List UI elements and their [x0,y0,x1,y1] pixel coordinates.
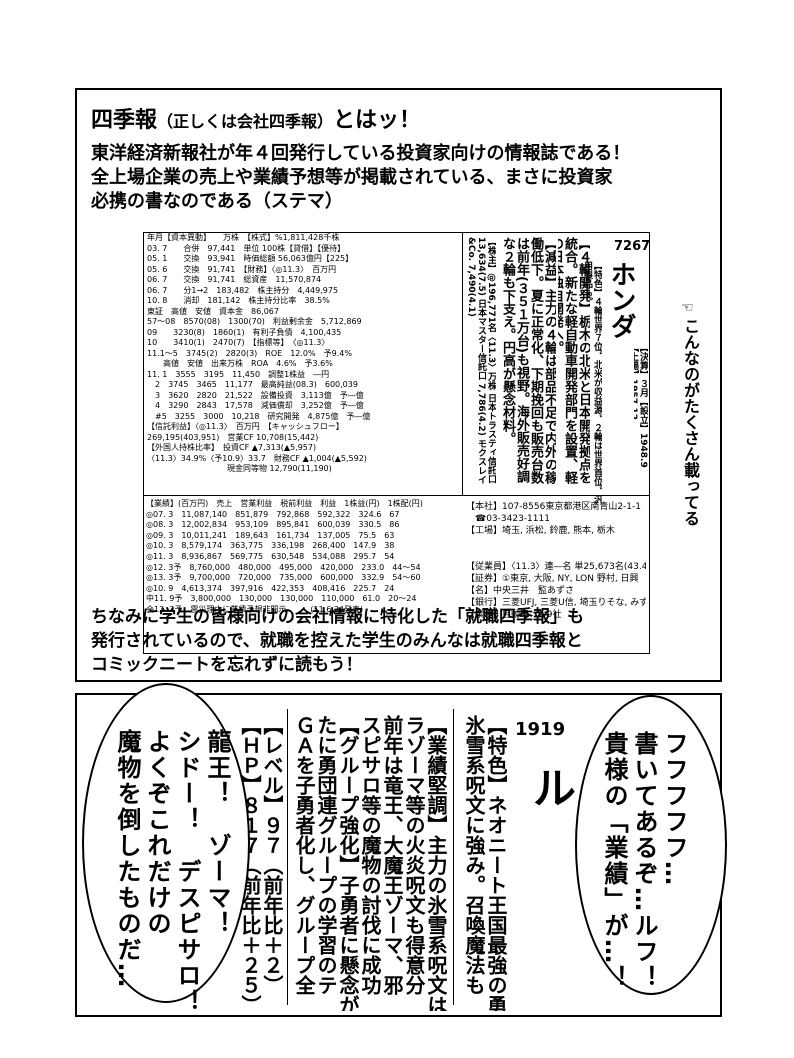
title-tail: とはッ！ [333,108,422,133]
outro-line: 発行されているので、就職を控えた学生のみんなは就職四季報と [91,631,583,651]
info-row: 【従業員】〈11.3〉連―名 単25,673名(43.4歳) [466,562,646,572]
pointing-hand-icon: ☜ [681,300,694,316]
explanation-panel: 四季報（正しくは会社四季報）とはッ！ 東洋経済新報社が年４回発行している投資家向… [75,88,722,682]
capital-row: 06. 7 分1→2 183,482 株主持分 4,449,975 [147,285,339,295]
capital-row: 03. 7 合併 97,441 単位 100株【貸借】【優待】 [147,243,346,253]
speech-text: フフフフフ… 書いてあるぞ…ルフ！ 貴様の「業績」が…！ [600,731,688,991]
feature-column: 【特色】ネオニート王国最強の勇 氷雪系呪文に強み。召喚魔法も [462,715,507,1011]
section-divider [144,495,649,496]
performance-column: 【業績堅調】主力の氷雪系呪文は ラゾーマ等の火炎呪文も得意分 前年は竜王、大魔王… [292,715,447,1011]
info-row [466,537,646,549]
info-row: 【工場】埼玉, 浜松, 鈴鹿, 熊本, 栃木 [466,526,615,536]
feature-column: 【特色】４輪世界７位。北米が収益源。２輪は世界首位。汎用製品も。 [582,261,602,504]
intro-line: 東洋経済新報社が年４回発行している投資家向けの情報誌である！ [91,143,631,164]
speech-bubble-left: 龍王！ ゾーマ！ シドー！ デスピサロ！ よくぞこれだけの 魔物を倒したものだ… [82,683,250,1015]
capital-row: 10. 8 消却 181,142 株主持分比率 38.5% [147,296,330,305]
stock-code: 7267 [614,239,650,254]
intro-line: 必携の書なのである（ステマ） [91,191,343,212]
table-row: ◎09. 3 10,011,241 189,643 161,734 137,00… [146,530,395,540]
table-row: ◎12. 3予 8,760,000 480,000 495,000 420,00… [146,562,421,572]
capital-row: 現金同等物 12,790(11,190) [147,464,332,473]
capital-row: 11.1〜5 3745(2) 2820(3) ROE 12.0% 予9.4% [147,348,352,358]
capital-row: 高値 安値 出来万株 ROA 4.6% 予3.6% [147,359,333,368]
table-row: ◎10. 3 8,579,174 363,775 336,198 268,400… [146,541,395,551]
intro-line: 全上場企業の売上や業績予想等が掲載されている、まさに投資家 [91,167,613,188]
panel-title: 四季報（正しくは会社四季報）とはッ！ [91,102,421,134]
capital-row: 11. 1 3555 3195 11,450 調整1株益 ―円 [147,369,330,379]
capital-section: 年月【資本異動】 万株 【株式】%1,811,428千株 03. 7 合併 97… [144,233,462,495]
capital-row: 東証 高値 安値 資本金 86,067 [147,306,279,316]
speech-bubble-right: フフフフフ… 書いてあるぞ…ルフ！ 貴様の「業績」が…！ [575,695,727,995]
info-row: 【名】中央三井 監あずさ [466,586,575,596]
capital-row: 57〜08 8570(08) 1300(70) 利益剰余金 5,712,869 [147,317,362,326]
table-row: ◎07. 3 11,087,140 851,879 792,868 592,32… [146,509,400,519]
settlement-column: 【決算】３月【設立】1948.9【上場】1957.12 [634,343,648,468]
table-row: ◎10. 9 4,613,374 397,916 422,353 408,416… [146,583,395,593]
capital-row: 【外国人持株比率】 投資CF ▲7,313(▲5,957) [147,443,317,452]
side-caption: こんなのがたくさん載ってる [681,318,700,526]
character-code: 1919 [515,719,566,740]
table-row: 【業績】(百万円) 売上 営業利益 税前利益 利益 1株益(円) 1株配(円) [146,499,423,508]
performance-table: 【業績】(百万円) 売上 営業利益 税前利益 利益 1株益(円) 1株配(円) … [146,499,456,616]
title-main: 四季報 [91,108,158,133]
column-divider [453,709,454,1005]
capital-row: 〈11.3〉34.9%〈予10.9〉33.7 財務CF ▲1,004(▲5,59… [147,453,367,463]
table-row: ◎08. 3 12,002,834 953,109 895,841 600,03… [146,520,400,530]
speech-text: 龍王！ ゾーマ！ シドー！ デスピサロ！ よくぞこれだけの 魔物を倒したものだ… [113,729,231,1015]
column-divider [287,709,288,1005]
shikiho-page-image: 年月【資本異動】 万株 【株式】%1,811,428千株 03. 7 合併 97… [143,232,650,654]
intro-text: 東洋経済新報社が年４回発行している投資家向けの情報誌である！ 全上場企業の売上や… [91,142,630,214]
capital-row: 10 3410(1) 2470(7) 【指標等】 〈◎11.3〉 [147,338,330,347]
info-row: 【本社】107-8556東京都港区南青山2-1-1 [466,502,642,512]
capital-row: 2 3745 3465 11,177 最高純益(08.3) 600,039 [147,380,358,389]
shareholder-column: 【株主】@196,771名〈11.3〉万株 日本トラスティ信託口 13,634(… [466,237,496,484]
table-row: ◎13. 3予 9,700,000 720,000 735,000 600,00… [146,573,421,583]
company-name: ホンダ [606,261,636,339]
info-row: ☎03-3423-1111 [466,514,550,524]
capital-row: 05. 6 交換 91,741 【財務】〈◎11.3〉 百万円 [147,264,337,274]
table-row: ◎11. 3 8,936,867 569,775 630,548 534,088… [146,551,395,561]
outro-text: ちなみに学生の皆様向けの会社情報に特化した「就職四季報」も 発行されているので、… [91,605,584,677]
info-row [466,549,646,561]
capital-row: 3 3620 2820 21,522 設備投資 3,113億 予―億 [147,390,364,400]
capital-row: #5 3255 3000 10,218 研究開発 4,875億 予―億 [147,411,371,421]
title-paren: （正しくは会社四季報） [157,112,334,131]
capital-row: 269,195(403,951) 営業CF 10,708(15,442) [147,432,319,442]
company-info: 【本社】107-8556東京都港区南青山2-1-1 ☎03-3423-1111 … [466,501,646,621]
capital-row: 4 3290 2843 17,578 減価償却 3,252億 予―億 [147,401,364,410]
outro-line: ちなみに学生の皆様向けの会社情報に特化した「就職四季報」も [91,607,584,627]
table-row: 中11. 9予 3,800,000 130,000 130,000 110,00… [146,594,417,604]
outro-line: コミックニートを忘れずに読もう！ [91,655,363,675]
capital-row: 05. 1 交換 93,941 時価総額 56,063億円【225】 [147,254,354,263]
capital-row: 06. 7 交換 91,741 総資産 11,570,874 [147,275,322,284]
capital-row: 【信託利益】〈◎11.3〉 百万円 【キャッシュフロー】 [147,422,344,431]
dialogue-panel: 【レベル】９７（前年比＋２） 【ＨＰ】８１７（前年比＋２５）９ 【業績堅調】主力… [75,683,727,1017]
capital-row: 年月【資本異動】 万株 【株式】%1,811,428千株 [147,233,340,242]
outlook-column: 【減益】主力の４輪は部品不足で内外の稼働低下。夏に正常化、下期挽回も販売台数は前… [500,237,556,484]
column-divider [462,233,463,495]
capital-row: 09 3230(8) 1860(1) 有利子負債 4,100,435 [147,327,342,337]
info-row: 【証券】①東京, 大阪, NY, LON 野村, 日興 [466,574,639,584]
